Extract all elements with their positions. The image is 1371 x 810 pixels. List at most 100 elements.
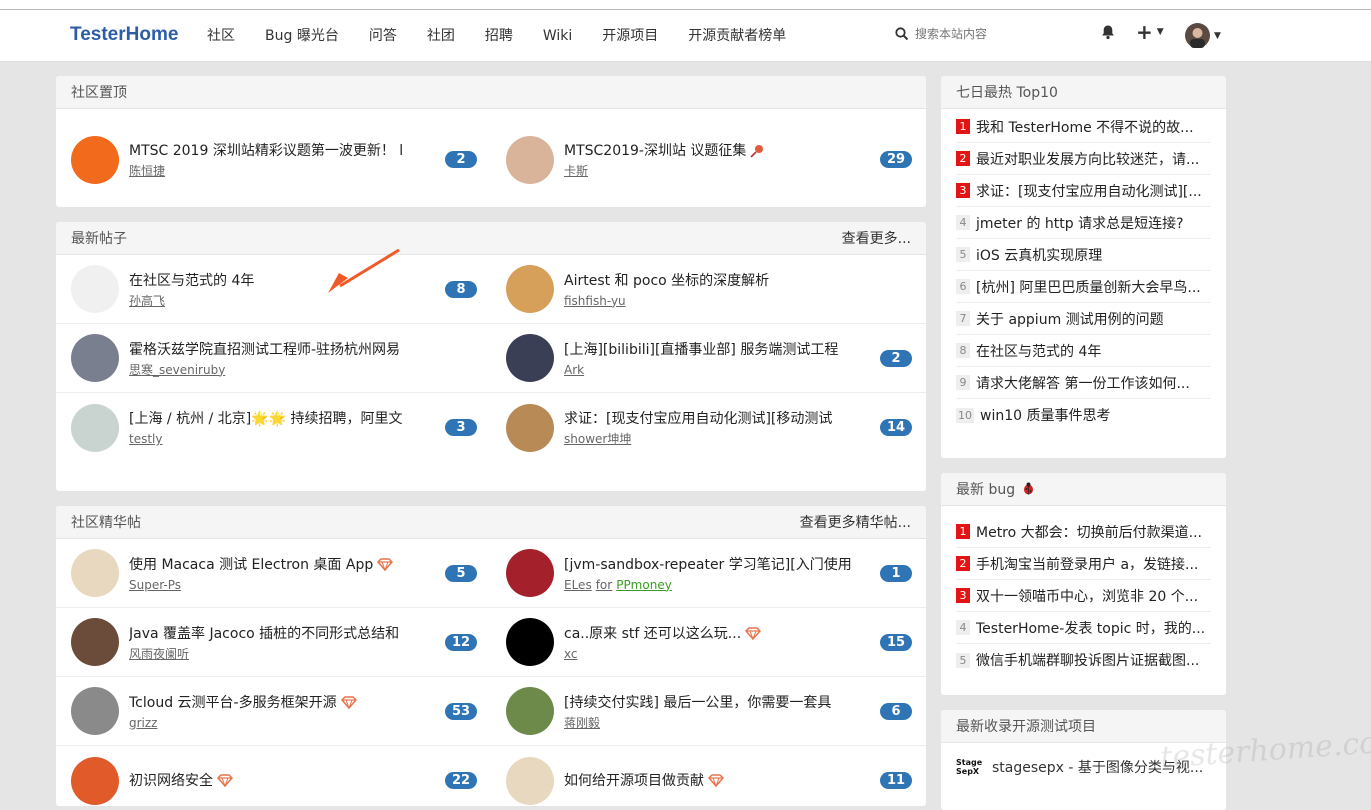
- list-item[interactable]: 1 Metro 大都会：切换前后付款渠道...: [956, 516, 1211, 548]
- topic-title-text[interactable]: 如何给开源项目做贡献: [564, 773, 704, 789]
- topic-title-text[interactable]: ca..原来 stf 还可以这么玩...: [564, 626, 741, 642]
- nav-item[interactable]: Wiki: [528, 10, 587, 62]
- topic-item[interactable]: ca..原来 stf 还可以这么玩... xc 15: [491, 608, 926, 677]
- list-item[interactable]: 4 TesterHome-发表 topic 时，我的...: [956, 612, 1211, 644]
- nav-item[interactable]: 社区: [192, 10, 250, 62]
- topic-title[interactable]: Tcloud 云测平台-多服务框架开源: [129, 693, 435, 713]
- list-item-title[interactable]: 手机淘宝当前登录用户 a，发链接...: [976, 554, 1198, 574]
- nav-item[interactable]: 开源项目: [587, 10, 673, 62]
- topic-author[interactable]: shower坤坤: [564, 432, 870, 446]
- topic-author[interactable]: 蒋刚毅: [564, 716, 870, 730]
- author-name[interactable]: 陈恒捷: [129, 164, 165, 178]
- author-name[interactable]: Super-Ps: [129, 578, 181, 592]
- avatar[interactable]: [71, 687, 119, 735]
- topic-item[interactable]: 使用 Macaca 测试 Electron 桌面 App Super-Ps 5: [56, 539, 491, 608]
- author-name[interactable]: xc: [564, 647, 578, 661]
- list-item-title[interactable]: iOS 云真机实现原理: [976, 245, 1102, 265]
- list-item-title[interactable]: 最近对职业发展方向比较迷茫，请...: [976, 149, 1199, 169]
- list-item[interactable]: 6 [杭州] 阿里巴巴质量创新大会早鸟...: [956, 271, 1211, 303]
- reply-count-badge[interactable]: 14: [880, 419, 912, 436]
- reply-count-badge[interactable]: 11: [880, 772, 912, 789]
- list-item[interactable]: 3 求证：[现支付宝应用自动化测试][...: [956, 175, 1211, 207]
- topic-author[interactable]: fishfish-yu: [564, 294, 912, 308]
- topic-item[interactable]: [上海 / 杭州 / 北京]🌟🌟 持续招聘，阿里文 testly 3: [56, 393, 491, 462]
- nav-item[interactable]: 招聘: [470, 10, 528, 62]
- avatar[interactable]: [506, 687, 554, 735]
- topic-title[interactable]: ca..原来 stf 还可以这么玩...: [564, 624, 870, 644]
- avatar[interactable]: [506, 135, 554, 184]
- topic-title-text[interactable]: 使用 Macaca 测试 Electron 桌面 App: [129, 557, 373, 573]
- topic-author[interactable]: ELes for PPmoney: [564, 578, 870, 592]
- reply-count-badge[interactable]: 29: [880, 151, 912, 168]
- topic-title[interactable]: 初识网络安全: [129, 771, 435, 791]
- topic-title-text[interactable]: 在社区与范式的 4年: [129, 273, 254, 289]
- topic-title-text[interactable]: 求证：[现支付宝应用自动化测试][移动测试: [564, 411, 832, 427]
- list-item[interactable]: 3 双十一领喵币中心，浏览非 20 个...: [956, 580, 1211, 612]
- avatar[interactable]: [506, 756, 554, 805]
- author-name[interactable]: 思寒_seveniruby: [129, 363, 225, 377]
- nav-item[interactable]: Bug 曝光台: [250, 10, 354, 62]
- avatar[interactable]: [506, 549, 554, 597]
- list-item-title[interactable]: 在社区与范式的 4年: [976, 341, 1101, 361]
- view-more-featured-link[interactable]: 查看更多精华帖...: [800, 512, 911, 532]
- topic-item[interactable]: Airtest 和 poco 坐标的深度解析 fishfish-yu: [491, 255, 926, 324]
- topic-title-text[interactable]: [上海 / 杭州 / 北京]🌟🌟 持续招聘，阿里文: [129, 411, 402, 427]
- topic-title-text[interactable]: Java 覆盖率 Jacoco 插桩的不同形式总结和: [129, 626, 399, 642]
- view-more-link[interactable]: 查看更多...: [842, 228, 911, 248]
- list-item[interactable]: 9 请求大佬解答 第一份工作该如何...: [956, 367, 1211, 399]
- topic-author[interactable]: testly: [129, 432, 435, 446]
- list-item-title[interactable]: [杭州] 阿里巴巴质量创新大会早鸟...: [976, 277, 1201, 297]
- topic-author[interactable]: 思寒_seveniruby: [129, 363, 477, 377]
- author-name[interactable]: Ark: [564, 363, 584, 377]
- list-item-title[interactable]: 我和 TesterHome 不得不说的故...: [976, 117, 1194, 137]
- topic-item[interactable]: MTSC 2019 深圳站精彩议题第一波更新！ l 陈恒捷 2: [56, 125, 491, 194]
- topic-title-text[interactable]: MTSC2019-深圳站 议题征集: [564, 143, 746, 159]
- topic-item[interactable]: 如何给开源项目做贡献 11: [491, 746, 926, 806]
- author-name[interactable]: testly: [129, 432, 162, 446]
- topic-title-text[interactable]: [持续交付实践] 最后一公里，你需要一套具: [564, 695, 831, 711]
- topic-title[interactable]: MTSC 2019 深圳站精彩议题第一波更新！ l: [129, 141, 435, 161]
- list-item[interactable]: 5 微信手机端群聊投诉图片证据截图...: [956, 644, 1211, 676]
- topic-title[interactable]: MTSC2019-深圳站 议题征集: [564, 141, 870, 161]
- reply-count-badge[interactable]: 3: [445, 419, 477, 436]
- topic-title[interactable]: 使用 Macaca 测试 Electron 桌面 App: [129, 555, 435, 575]
- avatar[interactable]: [71, 334, 119, 382]
- list-item-title[interactable]: win10 质量事件思考: [980, 405, 1110, 425]
- avatar[interactable]: [506, 265, 554, 313]
- reply-count-badge[interactable]: 5: [445, 564, 477, 582]
- list-item[interactable]: 2 最近对职业发展方向比较迷茫，请...: [956, 143, 1211, 175]
- list-item[interactable]: 8 在社区与范式的 4年: [956, 335, 1211, 367]
- avatar[interactable]: [71, 549, 119, 597]
- reply-count-badge[interactable]: 12: [445, 633, 477, 651]
- avatar[interactable]: [71, 756, 119, 805]
- list-item-title[interactable]: 求证：[现支付宝应用自动化测试][...: [976, 181, 1202, 201]
- topic-item[interactable]: Tcloud 云测平台-多服务框架开源 grizz 53: [56, 677, 491, 746]
- list-item[interactable]: 5 iOS 云真机实现原理: [956, 239, 1211, 271]
- nav-item[interactable]: 开源贡献者榜单: [673, 10, 801, 62]
- topic-title-text[interactable]: MTSC 2019 深圳站精彩议题第一波更新！ l: [129, 143, 403, 159]
- topic-title[interactable]: [上海][bilibili][直播事业部] 服务端测试工程: [564, 340, 870, 360]
- topic-item[interactable]: MTSC2019-深圳站 议题征集 卡斯 29: [491, 125, 926, 194]
- user-menu[interactable]: ▼: [1185, 23, 1221, 48]
- author-name[interactable]: 风雨夜阑听: [129, 647, 189, 661]
- topic-author[interactable]: Ark: [564, 363, 870, 377]
- list-item-title[interactable]: 请求大佬解答 第一份工作该如何...: [976, 373, 1190, 393]
- list-item[interactable]: 4 jmeter 的 http 请求总是短连接?: [956, 207, 1211, 239]
- avatar[interactable]: [71, 403, 119, 452]
- list-item[interactable]: 2 手机淘宝当前登录用户 a，发链接...: [956, 548, 1211, 580]
- topic-title[interactable]: Airtest 和 poco 坐标的深度解析: [564, 271, 912, 291]
- avatar[interactable]: [71, 265, 119, 313]
- topic-title[interactable]: [上海 / 杭州 / 北京]🌟🌟 持续招聘，阿里文: [129, 409, 435, 429]
- topic-title-text[interactable]: Tcloud 云测平台-多服务框架开源: [129, 695, 337, 711]
- reply-count-badge[interactable]: 6: [880, 702, 912, 720]
- topic-author[interactable]: 陈恒捷: [129, 164, 435, 178]
- topic-author[interactable]: xc: [564, 647, 870, 661]
- list-item[interactable]: 1 我和 TesterHome 不得不说的故...: [956, 111, 1211, 143]
- topic-item[interactable]: 求证：[现支付宝应用自动化测试][移动测试 shower坤坤 14: [491, 393, 926, 462]
- search-input[interactable]: [915, 27, 1045, 41]
- topic-item[interactable]: [持续交付实践] 最后一公里，你需要一套具蒋刚毅 6: [491, 677, 926, 746]
- author-name[interactable]: shower坤坤: [564, 432, 631, 446]
- reply-count-badge[interactable]: 53: [445, 702, 477, 720]
- reply-count-badge[interactable]: 2: [880, 349, 912, 367]
- topic-author[interactable]: Super-Ps: [129, 578, 435, 592]
